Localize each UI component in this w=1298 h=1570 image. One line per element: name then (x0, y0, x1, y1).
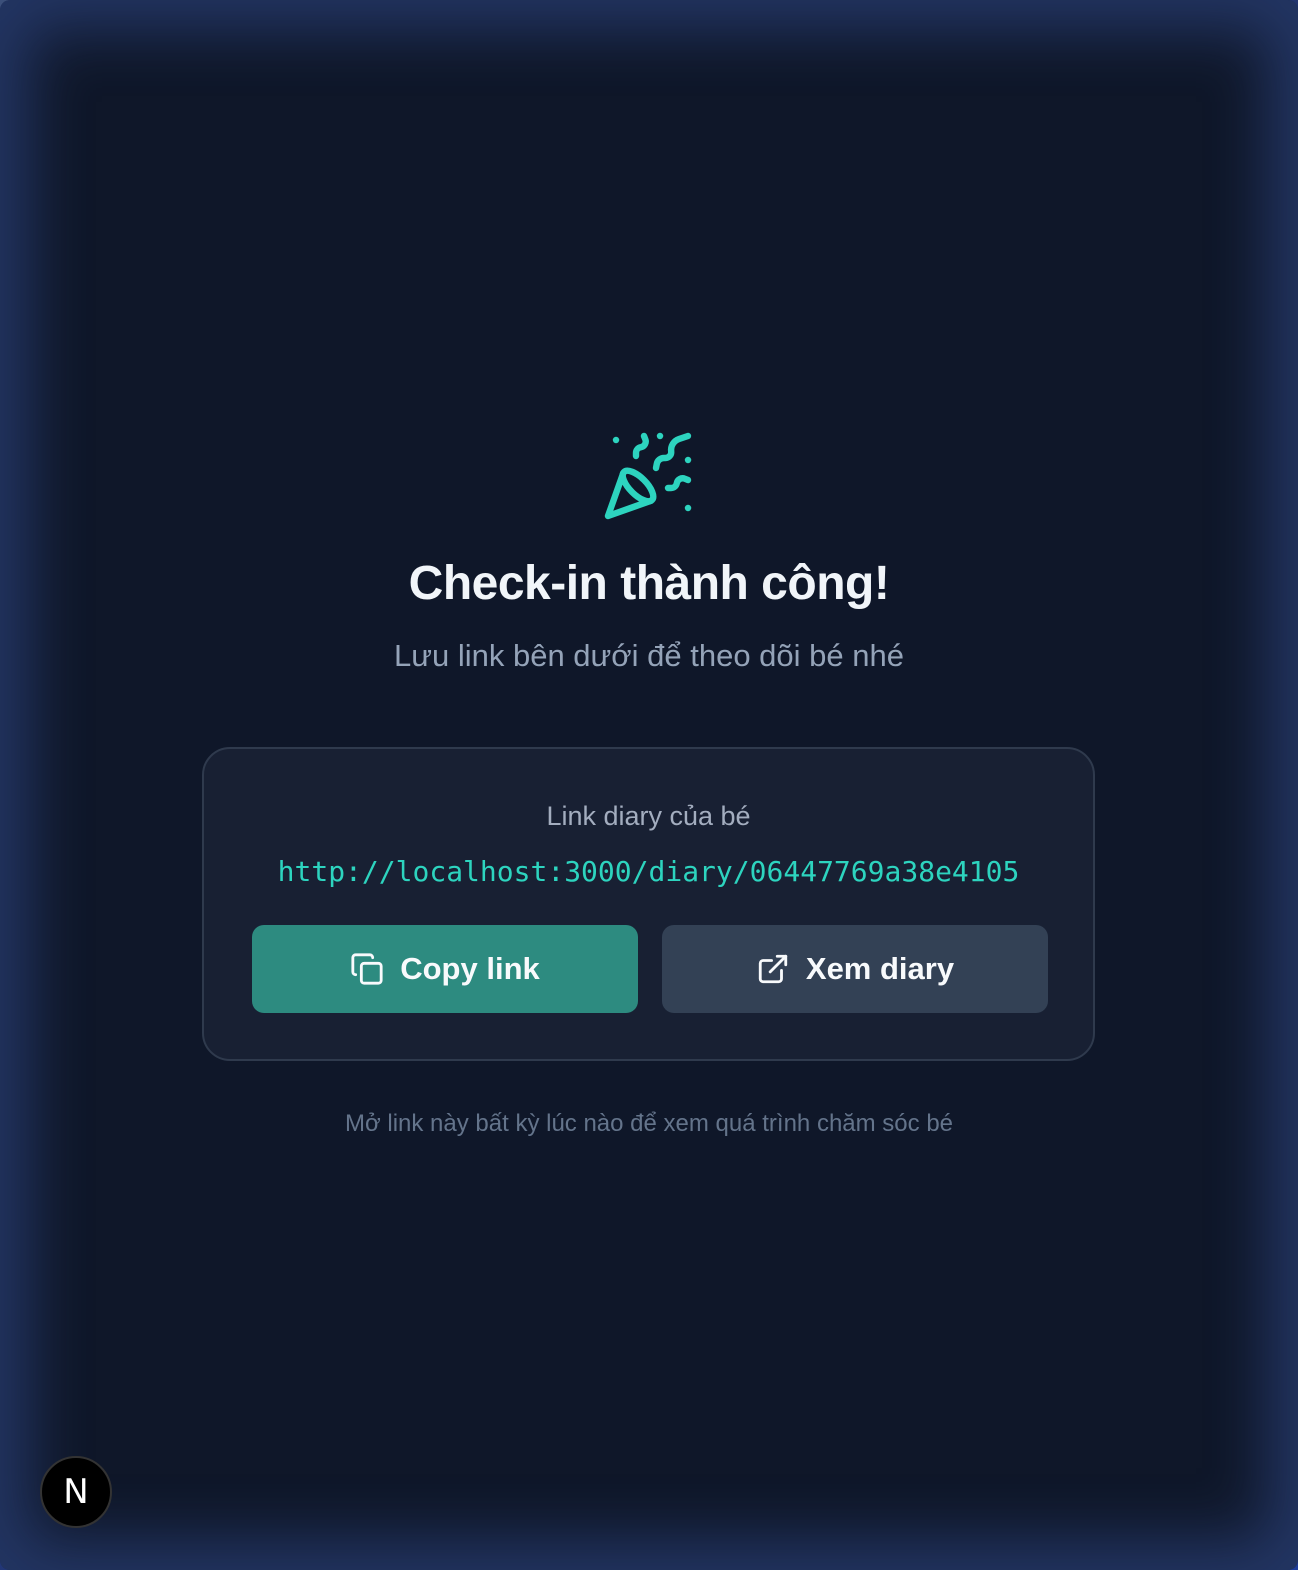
diary-link-label: Link diary của bé (546, 801, 751, 831)
copy-link-button-label: Copy link (400, 951, 540, 986)
page-subtitle: Lưu link bên dưới để theo dõi bé nhé (394, 638, 904, 673)
nextjs-logo-icon[interactable]: N (40, 1456, 112, 1528)
footer-note: Mở link này bất kỳ lúc nào để xem quá tr… (344, 1110, 954, 1137)
checkin-success-view: Check-in thành công! Lưu link bên dưới đ… (0, 0, 1298, 1570)
party-popper-icon (604, 432, 692, 520)
diary-link-card: Link diary của bé http://localhost:3000/… (202, 747, 1095, 1061)
copy-link-button[interactable]: Copy link (252, 925, 638, 1013)
external-link-icon (758, 954, 788, 984)
copy-icon (351, 953, 383, 985)
dev-badge-letter: N (63, 1472, 89, 1512)
page-title: Check-in thành công! (408, 557, 890, 610)
diary-link-url: http://localhost:3000/diary/06447769a38e… (277, 855, 1020, 888)
view-diary-button[interactable]: Xem diary (662, 925, 1048, 1013)
view-diary-button-label: Xem diary (805, 951, 955, 986)
